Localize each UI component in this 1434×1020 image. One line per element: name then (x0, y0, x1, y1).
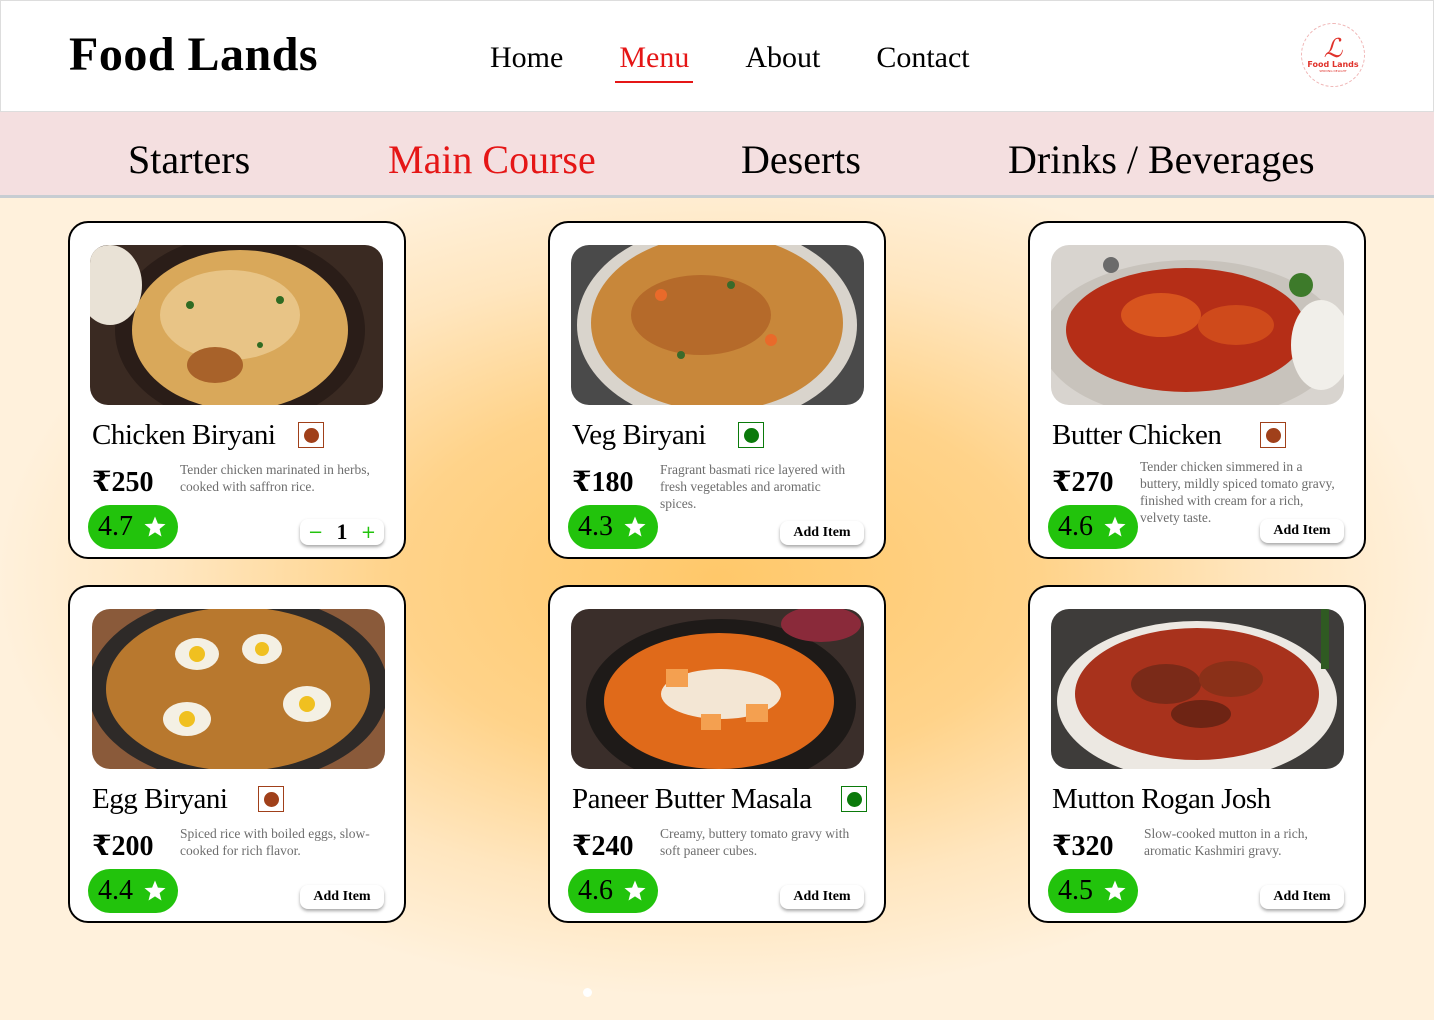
scroll-indicator (583, 988, 592, 997)
dish-price: ₹250 (92, 467, 154, 498)
dish-description: Fragrant basmati rice layered with fresh… (660, 462, 846, 511)
quantity-value: 1 (336, 519, 348, 544)
add-item-button[interactable]: Add Item (300, 885, 384, 909)
site-header: Food Lands Home Menu About Contact ℒ Foo… (0, 0, 1434, 112)
dish-name: Egg Biryani (92, 783, 228, 815)
rating-badge: 4.6 (568, 869, 658, 913)
veg-icon (738, 422, 764, 448)
logo-subtext: SERVING DELIGHT (1319, 68, 1347, 73)
rating-value: 4.4 (98, 875, 133, 906)
category-starters[interactable]: Starters (128, 136, 250, 183)
dish-photo (90, 245, 383, 405)
star-icon (624, 516, 646, 537)
dish-description: Tender chicken simmered in a buttery, mi… (1140, 459, 1335, 525)
category-deserts[interactable]: Deserts (741, 136, 861, 183)
main-nav: Home Menu About Contact (486, 41, 1022, 83)
increase-quantity-button[interactable]: + (361, 522, 376, 543)
star-icon (144, 516, 166, 537)
rating-value: 4.3 (578, 511, 613, 542)
rating-value: 4.5 (1058, 875, 1093, 906)
star-icon (1104, 516, 1126, 537)
nav-home[interactable]: Home (486, 41, 567, 83)
logo-text: Food Lands (1307, 59, 1359, 69)
dish-name: Chicken Biryani (92, 419, 276, 451)
dish-photo (92, 609, 385, 769)
star-icon (1104, 880, 1126, 901)
non-veg-icon (298, 422, 324, 448)
menu-card: Veg Biryani ₹180 Fragrant basmati rice l… (548, 221, 886, 559)
dish-price: ₹180 (572, 467, 634, 498)
nav-menu[interactable]: Menu (615, 41, 694, 83)
veg-icon (841, 786, 867, 812)
category-bar: Starters Main Course Deserts Drinks / Be… (0, 112, 1434, 198)
nav-about[interactable]: About (741, 41, 824, 83)
brand-logo[interactable]: ℒ Food Lands SERVING DELIGHT (1301, 23, 1365, 87)
rating-badge: 4.3 (568, 505, 658, 549)
logo-glyph: ℒ (1323, 33, 1343, 64)
non-veg-icon (1260, 422, 1286, 448)
add-item-button[interactable]: Add Item (1260, 885, 1344, 909)
menu-card: Butter Chicken ₹270 Tender chicken simme… (1028, 221, 1366, 559)
rating-value: 4.7 (98, 511, 133, 542)
category-main-course[interactable]: Main Course (388, 136, 596, 183)
star-icon (144, 880, 166, 901)
dish-description: Slow-cooked mutton in a rich, aromatic K… (1144, 826, 1308, 858)
category-drinks-beverages[interactable]: Drinks / Beverages (1008, 136, 1315, 183)
menu-card: Egg Biryani ₹200 Spiced rice with boiled… (68, 585, 406, 923)
rating-badge: 4.6 (1048, 505, 1138, 549)
rating-badge: 4.7 (88, 505, 178, 549)
star-icon (624, 880, 646, 901)
dish-description: Creamy, buttery tomato gravy with soft p… (660, 826, 850, 858)
nav-contact[interactable]: Contact (872, 41, 973, 83)
dish-description: Tender chicken marinated in herbs, cooke… (180, 462, 370, 494)
quantity-stepper: − 1 + (300, 519, 384, 545)
dish-description: Spiced rice with boiled eggs, slow-cooke… (180, 826, 370, 858)
add-item-button[interactable]: Add Item (780, 885, 864, 909)
menu-card: Mutton Rogan Josh ₹320 Slow-cooked mutto… (1028, 585, 1366, 923)
dish-photo (1051, 609, 1344, 769)
dish-photo (571, 245, 864, 405)
dish-name: Paneer Butter Masala (572, 783, 812, 815)
non-veg-icon (258, 786, 284, 812)
dish-photo (571, 609, 864, 769)
menu-card: Chicken Biryani ₹250 Tender chicken mari… (68, 221, 406, 559)
dish-price: ₹270 (1052, 467, 1114, 498)
rating-value: 4.6 (578, 875, 613, 906)
dish-name: Veg Biryani (572, 419, 706, 451)
decrease-quantity-button[interactable]: − (308, 522, 323, 543)
dish-name: Butter Chicken (1052, 419, 1222, 451)
add-item-button[interactable]: Add Item (780, 521, 864, 545)
dish-photo (1051, 245, 1344, 405)
dish-price: ₹320 (1052, 831, 1114, 862)
menu-card: Paneer Butter Masala ₹240 Creamy, butter… (548, 585, 886, 923)
brand-title[interactable]: Food Lands (69, 27, 318, 82)
add-item-button[interactable]: Add Item (1260, 519, 1344, 543)
rating-badge: 4.5 (1048, 869, 1138, 913)
dish-price: ₹240 (572, 831, 634, 862)
rating-value: 4.6 (1058, 511, 1093, 542)
rating-badge: 4.4 (88, 869, 178, 913)
dish-name: Mutton Rogan Josh (1052, 783, 1271, 815)
dish-price: ₹200 (92, 831, 154, 862)
